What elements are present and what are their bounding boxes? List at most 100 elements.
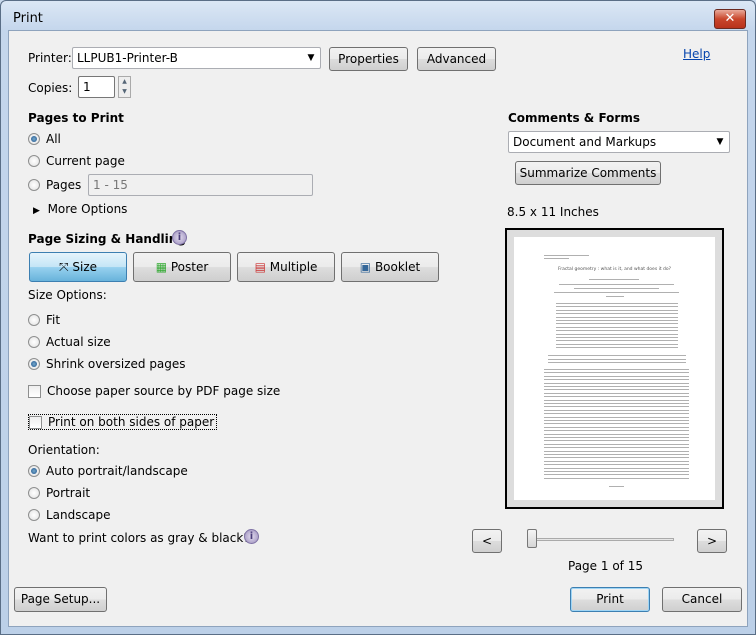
preview-text-line bbox=[544, 447, 689, 449]
properties-button[interactable]: Properties bbox=[329, 47, 408, 71]
printer-label: Printer: bbox=[28, 51, 72, 65]
preview-text-line bbox=[544, 420, 689, 421]
cancel-button[interactable]: Cancel bbox=[662, 587, 742, 612]
preview-text-line bbox=[544, 443, 689, 445]
preview-text-line bbox=[544, 382, 689, 384]
preview-text-line bbox=[589, 279, 639, 280]
window-title: Print bbox=[13, 11, 43, 26]
tab-poster[interactable]: ▦ Poster bbox=[133, 252, 231, 282]
page-range-input[interactable]: 1 - 15 bbox=[88, 174, 313, 196]
preview-text-line bbox=[556, 303, 678, 304]
preview-text-line bbox=[544, 386, 689, 387]
close-button[interactable]: ✕ bbox=[714, 9, 746, 29]
preview-text-line bbox=[544, 477, 689, 479]
radio-actual-size[interactable]: Actual size bbox=[28, 335, 111, 349]
preview-text-line bbox=[554, 292, 679, 293]
preview-text-line bbox=[544, 437, 689, 438]
preview-text-line bbox=[544, 255, 589, 256]
preview-text-line bbox=[544, 426, 689, 428]
info-icon[interactable]: i bbox=[244, 529, 259, 544]
preview-text-line bbox=[544, 464, 689, 466]
previous-page-button[interactable]: < bbox=[472, 529, 502, 553]
printer-value: LLPUB1-Printer-B bbox=[77, 51, 178, 65]
copies-input[interactable]: 1 bbox=[78, 76, 115, 98]
radio-portrait[interactable]: Portrait bbox=[28, 486, 90, 500]
multiple-pages-icon: ▤ bbox=[254, 260, 266, 274]
chevron-down-icon: ▼ bbox=[716, 137, 724, 147]
triangle-right-icon: ▶ bbox=[33, 206, 40, 216]
poster-icon: ▦ bbox=[155, 260, 168, 274]
radio-shrink[interactable]: Shrink oversized pages bbox=[28, 357, 186, 371]
next-page-button[interactable]: > bbox=[697, 529, 727, 553]
preview-text-line bbox=[544, 399, 689, 401]
preview-text-line bbox=[548, 358, 686, 360]
checkbox-paper-source[interactable]: Choose paper source by PDF page size bbox=[28, 384, 280, 398]
preview-text-line bbox=[556, 337, 678, 338]
preview-text-line bbox=[544, 406, 689, 408]
preview-text-line bbox=[556, 323, 678, 325]
gray-label: Want to print colors as gray & black? bbox=[28, 531, 250, 545]
print-button[interactable]: Print bbox=[570, 587, 650, 612]
checkbox-both-sides[interactable]: Print on both sides of paper bbox=[28, 414, 218, 430]
pages-heading: Pages to Print bbox=[28, 111, 124, 125]
page-indicator: Page 1 of 15 bbox=[568, 559, 643, 573]
tab-multiple[interactable]: ▤ Multiple bbox=[237, 252, 335, 282]
dialog-body: Printer: LLPUB1-Printer-B ▼ Properties Ad… bbox=[8, 30, 748, 627]
printer-select[interactable]: LLPUB1-Printer-B ▼ bbox=[72, 47, 321, 69]
preview-text-line bbox=[544, 423, 689, 425]
comments-select[interactable]: Document and Markups ▼ bbox=[508, 131, 730, 153]
preview-text-line bbox=[556, 313, 678, 315]
preview-text-line bbox=[556, 343, 678, 345]
radio-all[interactable]: All bbox=[28, 132, 61, 146]
tab-booklet[interactable]: ▣ Booklet bbox=[341, 252, 439, 282]
page-slider-track[interactable] bbox=[529, 538, 674, 541]
preview-text-line bbox=[544, 413, 689, 415]
preview-text-line bbox=[609, 486, 624, 487]
preview-text-line bbox=[544, 375, 689, 377]
summarize-comments-button[interactable]: Summarize Comments bbox=[515, 161, 661, 185]
preview-text-line bbox=[544, 460, 689, 462]
preview-text-line bbox=[556, 333, 678, 335]
preview-text-line bbox=[544, 457, 689, 459]
preview-text-line bbox=[544, 369, 689, 370]
preview-text-line bbox=[556, 326, 678, 328]
page-preview: Fractal geometry : what is it, and what … bbox=[505, 228, 724, 509]
tab-size[interactable]: ⤧ Size bbox=[29, 252, 127, 282]
advanced-button[interactable]: Advanced bbox=[417, 47, 496, 71]
preview-text-line bbox=[544, 416, 689, 418]
preview-text-line bbox=[544, 430, 689, 432]
copies-label: Copies: bbox=[28, 81, 73, 95]
preview-text-line bbox=[544, 474, 689, 476]
radio-pages[interactable]: Pages bbox=[28, 178, 81, 192]
preview-text-line bbox=[556, 340, 678, 342]
more-options-toggle[interactable]: ▶ More Options bbox=[33, 202, 127, 216]
size-options-label: Size Options: bbox=[28, 288, 107, 302]
page-slider-thumb[interactable] bbox=[527, 529, 537, 548]
preview-text-line bbox=[544, 392, 689, 394]
preview-text-line bbox=[544, 396, 689, 398]
preview-text-line bbox=[574, 288, 659, 289]
help-link[interactable]: Help bbox=[683, 47, 710, 61]
preview-text-line bbox=[544, 409, 689, 411]
preview-text-line bbox=[548, 355, 686, 356]
preview-text-line bbox=[544, 403, 689, 404]
size-icon: ⤧ bbox=[58, 260, 69, 274]
preview-text-line bbox=[556, 330, 678, 332]
preview-text-line bbox=[544, 258, 569, 259]
radio-auto-orientation[interactable]: Auto portrait/landscape bbox=[28, 464, 188, 478]
copies-stepper[interactable]: ▲ ▼ bbox=[118, 76, 131, 98]
preview-text-line bbox=[556, 309, 678, 311]
orientation-label: Orientation: bbox=[28, 443, 100, 457]
radio-fit[interactable]: Fit bbox=[28, 313, 60, 327]
radio-landscape[interactable]: Landscape bbox=[28, 508, 110, 522]
preview-text-line bbox=[556, 306, 678, 308]
booklet-icon: ▣ bbox=[359, 260, 372, 274]
page-setup-button[interactable]: Page Setup... bbox=[14, 587, 107, 612]
radio-current-page[interactable]: Current page bbox=[28, 154, 125, 168]
preview-text-line bbox=[544, 454, 689, 455]
comments-heading: Comments & Forms bbox=[508, 111, 640, 125]
info-icon[interactable]: i bbox=[172, 230, 187, 245]
preview-text-line bbox=[544, 433, 689, 435]
preview-text-line bbox=[544, 467, 689, 469]
preview-text-line bbox=[544, 389, 689, 391]
